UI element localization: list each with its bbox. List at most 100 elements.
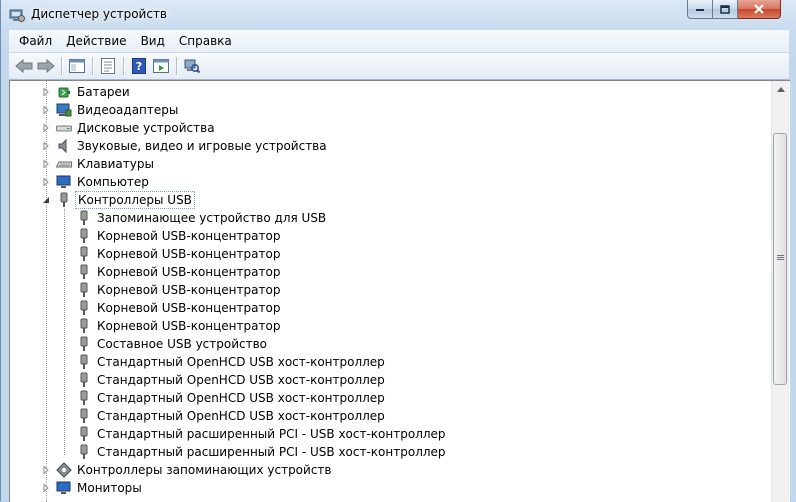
tree-item-label: Стандартный OpenHCD USB хост-контроллер	[97, 409, 385, 423]
usb-icon	[76, 300, 92, 316]
back-button[interactable]	[13, 55, 35, 77]
device-manager-window: Диспетчер устройств Файл Действие Вид Сп…	[0, 0, 796, 502]
collapse-arrow-icon[interactable]	[41, 195, 51, 205]
toolbar: ?	[9, 53, 789, 80]
tree-item-storage-controllers[interactable]: Контроллеры запоминающих устройств	[41, 461, 333, 479]
usb-device-item[interactable]: Корневой USB-концентратор	[76, 299, 282, 317]
usb-icon	[76, 246, 92, 262]
tree-guide-line	[64, 209, 65, 455]
expand-arrow-icon[interactable]	[41, 177, 51, 187]
expand-arrow-icon[interactable]	[41, 159, 51, 169]
expand-arrow-icon[interactable]	[41, 141, 51, 151]
usb-device-item[interactable]: Стандартный OpenHCD USB хост-контроллер	[76, 407, 387, 425]
tree-item-label: Стандартный расширенный PCI - USB хост-к…	[97, 427, 446, 441]
usb-device-item[interactable]: Стандартный расширенный PCI - USB хост-к…	[76, 425, 448, 443]
maximize-button[interactable]	[713, 0, 738, 19]
tree-item-usb-controllers[interactable]: Контроллеры USB	[41, 191, 195, 209]
close-button[interactable]	[738, 0, 781, 19]
usb-icon	[76, 282, 92, 298]
scroll-up-button[interactable]	[772, 81, 789, 98]
tree-item-label: Корневой USB-концентратор	[97, 301, 281, 315]
device-tree-pane[interactable]: Батареи Видеоадаптеры Дисковые устройств…	[9, 80, 790, 502]
usb-device-item[interactable]: Корневой USB-концентратор	[76, 317, 282, 335]
usb-device-item[interactable]: Корневой USB-концентратор	[76, 245, 282, 263]
tree-item-display-adapters[interactable]: Видеоадаптеры	[41, 101, 180, 119]
tree-item-computer[interactable]: Компьютер	[41, 173, 151, 191]
scrollbar-thumb[interactable]	[773, 133, 787, 385]
console-view-button[interactable]	[150, 55, 172, 77]
usb-device-item[interactable]: Корневой USB-концентратор	[76, 263, 282, 281]
properties-button[interactable]	[97, 55, 119, 77]
expand-arrow-icon[interactable]	[41, 105, 51, 115]
usb-device-item[interactable]: Составное USB устройство	[76, 335, 269, 353]
tree-item-monitors[interactable]: Мониторы	[41, 479, 144, 497]
monitor-icon	[56, 480, 72, 496]
properties-icon	[101, 58, 115, 74]
window-title: Диспетчер устройств	[31, 7, 168, 21]
usb-device-item[interactable]: Стандартный расширенный PCI - USB хост-к…	[76, 443, 448, 461]
forward-button[interactable]	[35, 55, 57, 77]
usb-device-item[interactable]: Корневой USB-концентратор	[76, 227, 282, 245]
usb-icon	[56, 192, 72, 208]
tree-item-label: Корневой USB-концентратор	[97, 319, 281, 333]
usb-device-item[interactable]: Стандартный OpenHCD USB хост-контроллер	[76, 353, 387, 371]
usb-icon	[76, 372, 92, 388]
tree-item-label: Стандартный расширенный PCI - USB хост-к…	[97, 445, 446, 459]
help-button[interactable]: ?	[128, 55, 150, 77]
toolbar-separator	[123, 57, 124, 75]
scroll-up-icon	[776, 87, 785, 92]
usb-device-item[interactable]: Корневой USB-концентратор	[76, 281, 282, 299]
menu-bar: Файл Действие Вид Справка	[9, 30, 789, 53]
console-tree-icon	[69, 59, 85, 73]
expand-arrow-icon[interactable]	[41, 483, 51, 493]
usb-device-item[interactable]: Запоминающее устройство для USB	[76, 209, 328, 227]
tree-item-label: Корневой USB-концентратор	[97, 229, 281, 243]
usb-device-item[interactable]: Стандартный OpenHCD USB хост-контроллер	[76, 389, 387, 407]
disk-drive-icon	[56, 120, 72, 136]
usb-icon	[76, 210, 92, 226]
usb-device-item[interactable]: Стандартный OpenHCD USB хост-контроллер	[76, 371, 387, 389]
tree-item-label: Корневой USB-концентратор	[97, 283, 281, 297]
forward-arrow-icon	[37, 59, 55, 73]
tree-item-disk-drives[interactable]: Дисковые устройства	[41, 119, 217, 137]
scan-hardware-icon	[184, 59, 200, 74]
tree-item-label: Видеоадаптеры	[77, 103, 179, 117]
scan-hardware-button[interactable]	[181, 55, 203, 77]
tree-item-batteries[interactable]: Батареи	[41, 83, 132, 101]
tree-item-label: Дисковые устройства	[77, 121, 215, 135]
expand-arrow-icon[interactable]	[41, 123, 51, 133]
usb-icon	[76, 354, 92, 370]
title-bar[interactable]: Диспетчер устройств	[1, 0, 796, 30]
storage-controller-icon	[56, 462, 72, 478]
tree-item-label: Контроллеры запоминающих устройств	[77, 463, 332, 477]
close-icon	[754, 4, 764, 14]
computer-icon	[56, 174, 72, 190]
expand-arrow-icon[interactable]	[41, 87, 51, 97]
menu-view[interactable]: Вид	[134, 31, 172, 51]
usb-icon	[76, 408, 92, 424]
usb-icon	[76, 390, 92, 406]
toolbar-separator	[176, 57, 177, 75]
usb-icon	[76, 318, 92, 334]
svg-text:?: ?	[136, 60, 142, 73]
expand-arrow-icon[interactable]	[41, 465, 51, 475]
tree-item-keyboards[interactable]: Клавиатуры	[41, 155, 156, 173]
menu-action[interactable]: Действие	[59, 31, 133, 51]
tree-item-label: Корневой USB-концентратор	[97, 247, 281, 261]
tree-item-label: Стандартный OpenHCD USB хост-контроллер	[97, 391, 385, 405]
console-tree-button[interactable]	[66, 55, 88, 77]
tree-item-label: Мониторы	[77, 481, 142, 495]
display-adapter-icon	[56, 102, 72, 118]
tree-item-sound-devices[interactable]: Звуковые, видео и игровые устройства	[41, 137, 329, 155]
device-tree[interactable]: Батареи Видеоадаптеры Дисковые устройств…	[10, 81, 771, 502]
back-arrow-icon	[15, 59, 33, 73]
tree-item-label: Стандартный OpenHCD USB хост-контроллер	[97, 373, 385, 387]
menu-help[interactable]: Справка	[172, 31, 239, 51]
toolbar-separator	[92, 57, 93, 75]
vertical-scrollbar[interactable]	[771, 81, 789, 502]
scrollbar-grip	[777, 259, 784, 260]
minimize-button[interactable]	[687, 0, 713, 19]
keyboard-icon	[56, 156, 72, 172]
tree-item-label: Составное USB устройство	[97, 337, 268, 351]
menu-file[interactable]: Файл	[9, 31, 59, 51]
